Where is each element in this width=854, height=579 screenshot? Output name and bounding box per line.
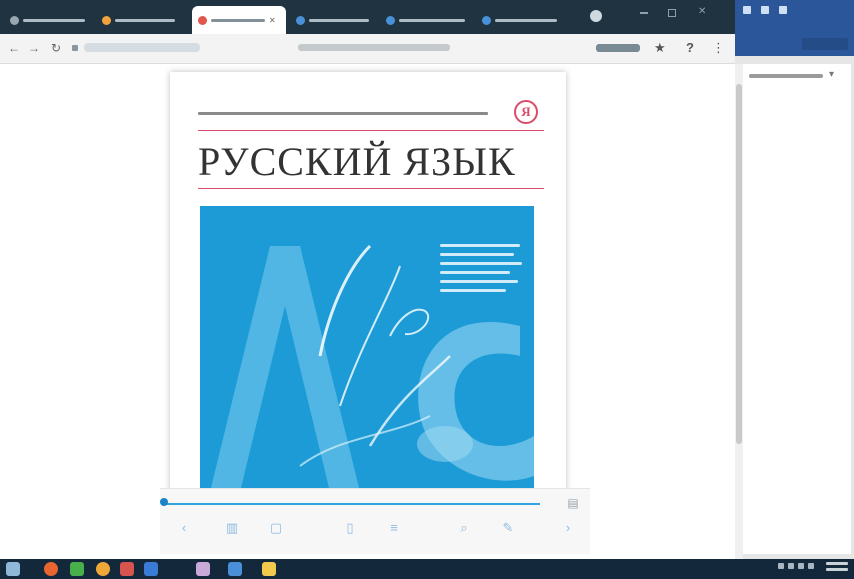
search-icon: ⌕ [460, 520, 468, 535]
tab-title-placeholder [495, 18, 557, 22]
chevron-left-icon: ‹ [181, 520, 187, 535]
document-page[interactable]: ▾ [741, 64, 851, 554]
network-icon[interactable] [778, 563, 784, 569]
address-action-button[interactable] [596, 44, 640, 52]
reader-toolbar: ▤ ‹ ▥ ▢ ▯ ≡ ⌕ ✎ › [160, 488, 590, 554]
chevron-right-icon: › [565, 520, 571, 535]
browser-tab[interactable] [4, 6, 92, 34]
title-rule-bottom [198, 188, 544, 189]
url-field[interactable] [84, 43, 200, 52]
bookmark-button[interactable]: ▯ [328, 519, 372, 553]
language-icon[interactable] [798, 563, 804, 569]
tab-favicon-icon [296, 15, 305, 25]
scrollbar-thumb[interactable] [736, 84, 742, 444]
single-page-icon: ▢ [269, 520, 283, 535]
browser-tab[interactable] [476, 6, 564, 34]
page-title-placeholder [298, 44, 450, 51]
page-progress-track[interactable] [164, 503, 540, 505]
system-clock[interactable] [826, 562, 848, 576]
tab-favicon-icon [10, 15, 19, 25]
contents-icon: ≡ [390, 520, 398, 535]
windows-taskbar [0, 559, 854, 579]
tab-title-placeholder [399, 18, 465, 22]
ribbon-icons [743, 6, 787, 14]
taskbar-app-icon[interactable] [70, 562, 84, 576]
browser-tab[interactable] [380, 6, 472, 34]
reload-icon[interactable]: ↻ [50, 42, 62, 54]
title-rule-top [198, 130, 544, 131]
close-window-icon[interactable]: ✕ [698, 6, 706, 17]
document-text-placeholder [749, 74, 823, 78]
next-page-button[interactable]: › [546, 519, 590, 553]
browser-tab[interactable] [290, 6, 376, 34]
taskbar-app-icon[interactable] [196, 562, 210, 576]
tab-title-placeholder [309, 18, 369, 22]
taskbar-app-icon[interactable] [144, 562, 158, 576]
single-page-button[interactable]: ▢ [254, 519, 298, 553]
notification-icon[interactable] [808, 563, 814, 569]
lock-icon [72, 45, 78, 51]
prev-page-button[interactable]: ‹ [162, 519, 206, 553]
tab-close-icon[interactable]: ✕ [269, 16, 276, 25]
volume-icon[interactable] [788, 563, 794, 569]
redo-icon[interactable] [779, 6, 787, 14]
browser-toolbar: ← → ↻ ★ ? ⋮ [0, 34, 735, 64]
tab-title-placeholder [115, 18, 175, 22]
star-icon[interactable]: ★ [654, 41, 666, 55]
taskbar-app-icon[interactable] [262, 562, 276, 576]
browser-tab-active[interactable]: ✕ [192, 6, 286, 34]
browser-tab[interactable] [96, 6, 188, 34]
menu-icon[interactable]: ⋮ [712, 41, 725, 55]
word-document-area: ▾ [735, 56, 854, 559]
undo-icon[interactable] [761, 6, 769, 14]
bookmark-icon: ▯ [346, 520, 354, 535]
taskbar-app-icon[interactable] [120, 562, 134, 576]
book-title: РУССКИЙ ЯЗЫК [198, 139, 516, 184]
vertical-scrollbar[interactable] [735, 64, 743, 559]
notes-button[interactable]: ✎ [486, 519, 530, 553]
taskbar-app-icon[interactable] [96, 562, 110, 576]
table-of-contents-icon[interactable]: ▤ [566, 495, 580, 511]
profile-icon[interactable]: ? [686, 41, 694, 55]
book-cover: Я РУССКИЙ ЯЗЫК [170, 72, 566, 492]
tab-title-placeholder [211, 18, 265, 22]
tab-title-placeholder [23, 18, 85, 22]
taskbar-app-icon[interactable] [228, 562, 242, 576]
two-page-button[interactable]: ▥ [210, 519, 254, 553]
system-tray [778, 563, 814, 569]
word-ribbon [735, 0, 854, 56]
two-page-icon: ▥ [225, 520, 239, 535]
browser-tab-strip: ✕ ✕ [0, 0, 735, 34]
tab-favicon-icon [198, 15, 207, 25]
new-tab-button[interactable] [590, 10, 602, 22]
cover-artwork [200, 206, 534, 492]
back-icon[interactable]: ← [8, 42, 20, 54]
search-button[interactable]: ⌕ [442, 519, 486, 553]
book-authors [198, 108, 488, 118]
taskbar-app-icon[interactable] [44, 562, 58, 576]
cover-blurb [440, 244, 526, 298]
maximize-icon[interactable] [668, 9, 676, 17]
tab-favicon-icon [386, 15, 395, 25]
share-button[interactable] [802, 38, 848, 50]
forward-icon[interactable]: → [28, 42, 40, 54]
dropdown-caret-icon[interactable]: ▾ [829, 70, 839, 80]
minimize-icon[interactable] [640, 12, 648, 14]
start-icon[interactable] [6, 562, 20, 576]
tab-favicon-icon [102, 15, 111, 25]
publisher-logo: Я [514, 100, 538, 124]
save-icon[interactable] [743, 6, 751, 14]
page-progress-knob[interactable] [160, 498, 168, 506]
contents-button[interactable]: ≡ [372, 519, 416, 553]
tab-favicon-icon [482, 15, 491, 25]
pencil-icon: ✎ [502, 520, 514, 535]
